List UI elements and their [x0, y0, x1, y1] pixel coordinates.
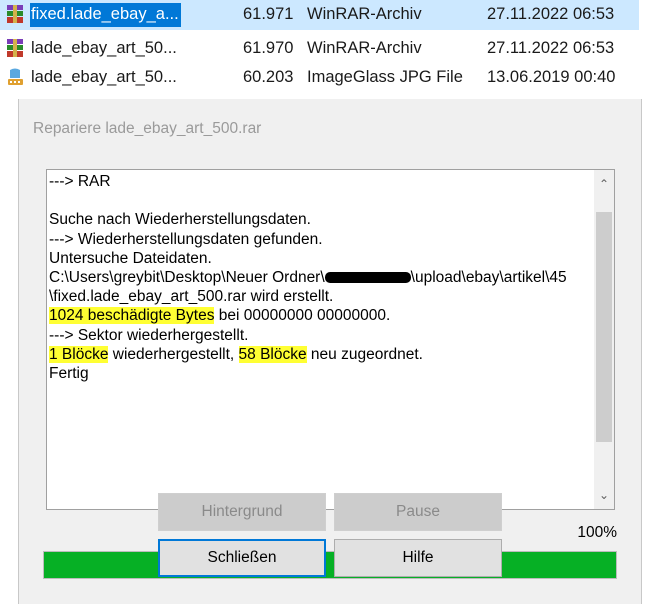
file-date: 27.11.2022 06:53: [487, 5, 615, 23]
log-line-path: C:\Users\greybit\Desktop\Neuer Ordner\ \u…: [49, 268, 589, 287]
progress-fill: [44, 552, 616, 578]
file-name[interactable]: lade_ebay_art_50...: [31, 68, 177, 87]
scroll-up-icon[interactable]: ⌃: [594, 174, 614, 194]
file-type: ImageGlass JPG File: [307, 68, 463, 86]
dialog-title: Repariere lade_ebay_art_500.rar: [33, 120, 262, 137]
file-row[interactable]: fixed.lade_ebay_a... 61.971 WinRAR-Archi…: [0, 0, 647, 30]
file-row[interactable]: lade_ebay_art_50... 60.203 ImageGlass JP…: [0, 63, 647, 91]
pause-button[interactable]: Pause: [334, 493, 502, 531]
file-date: 27.11.2022 06:53: [487, 39, 615, 57]
log-line: Untersuche Dateidaten.: [49, 249, 212, 267]
scroll-down-icon[interactable]: ⌄: [594, 485, 614, 505]
log-line: Fertig: [49, 364, 89, 382]
path-suffix: \upload\ebay\artikel\45: [410, 268, 567, 286]
file-list: fixed.lade_ebay_a... 61.971 WinRAR-Archi…: [0, 0, 647, 96]
log-lines: ---> RAR Suche nach Wiederherstellungsda…: [49, 172, 589, 383]
file-size: 60.203: [243, 68, 294, 86]
file-date: 13.06.2019 00:40: [487, 68, 616, 86]
log-text: bei 00000000 00000000.: [214, 307, 391, 325]
path-prefix: C:\Users\greybit\Desktop\Neuer Ordner\: [49, 268, 325, 286]
file-type: WinRAR-Archiv: [307, 5, 422, 23]
log-textbox[interactable]: ---> RAR Suche nach Wiederherstellungsda…: [46, 169, 615, 510]
log-line: \fixed.lade_ebay_art_500.rar wird erstel…: [49, 288, 334, 306]
log-line: ---> Wiederherstellungsdaten gefunden.: [49, 230, 323, 248]
dialog-titlebar[interactable]: Repariere lade_ebay_art_500.rar: [19, 99, 641, 157]
close-button[interactable]: Schließen: [158, 539, 326, 577]
progress-bar: [43, 551, 617, 579]
file-name[interactable]: lade_ebay_art_50...: [31, 39, 177, 58]
jpg-file-icon: [8, 68, 23, 85]
log-line: ---> RAR: [49, 173, 111, 190]
log-line-blocks: 1 Blöcke wiederhergestellt, 58 Blöcke ne…: [49, 345, 589, 364]
file-size: 61.970: [243, 39, 294, 57]
help-button[interactable]: Hilfe: [334, 539, 502, 577]
log-text: neu zugeordnet.: [306, 345, 423, 363]
file-row[interactable]: lade_ebay_art_50... 61.970 WinRAR-Archiv…: [0, 34, 647, 62]
winrar-archive-icon: [7, 39, 23, 57]
background-button[interactable]: Hintergrund: [158, 493, 326, 531]
log-line: Suche nach Wiederherstellungsdaten.: [49, 211, 311, 229]
repair-dialog: Repariere lade_ebay_art_500.rar ---> RAR…: [18, 99, 642, 604]
file-size: 61.971: [243, 5, 294, 23]
scrollbar-thumb[interactable]: [596, 212, 612, 442]
file-name[interactable]: fixed.lade_ebay_a...: [31, 5, 179, 24]
highlight-reassigned-blocks: 58 Blöcke: [238, 345, 307, 363]
log-line-damaged: 1024 beschädigte Bytes bei 00000000 0000…: [49, 306, 589, 325]
log-text: wiederhergestellt,: [108, 345, 239, 363]
highlight-recovered-blocks: 1 Blöcke: [49, 345, 109, 363]
progress-percent: 100%: [577, 524, 617, 541]
log-line: ---> Sektor wiederhergestellt.: [49, 326, 249, 344]
redacted-block: [324, 272, 411, 284]
file-type: WinRAR-Archiv: [307, 39, 422, 57]
vertical-scrollbar[interactable]: ⌃ ⌄: [594, 170, 614, 509]
highlight-damaged-bytes: 1024 beschädigte Bytes: [49, 307, 215, 325]
winrar-archive-icon: [7, 5, 23, 23]
